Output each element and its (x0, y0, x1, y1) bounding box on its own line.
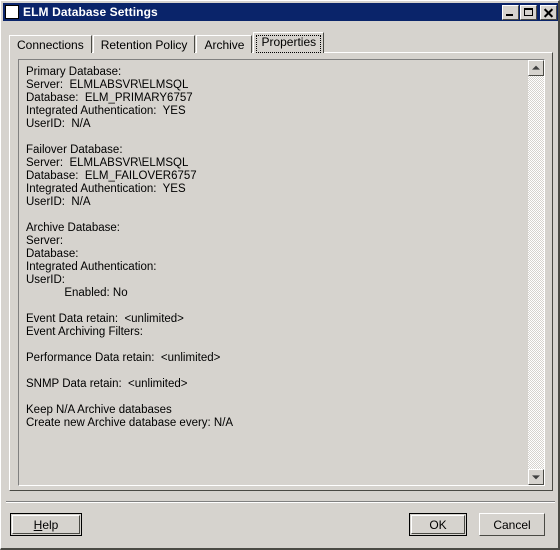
properties-text-line: Enabled: No (26, 287, 128, 299)
properties-text-line (26, 391, 527, 404)
properties-text-line (26, 339, 527, 352)
ok-button-label: OK (429, 517, 447, 532)
help-label-rest: elp (42, 517, 59, 532)
tab-archive[interactable]: Archive (196, 35, 253, 53)
properties-text-line: Failover Database: (26, 144, 123, 156)
tab-strip: Connections Retention Policy Archive Pro… (9, 32, 325, 53)
scroll-up-button[interactable] (528, 60, 544, 76)
cancel-button-label: Cancel (493, 517, 531, 532)
properties-text-panel[interactable]: Primary Database: Server: ELMLABSVR\ELMSQ… (18, 59, 545, 486)
close-button[interactable] (540, 4, 557, 20)
ok-button[interactable]: OK (409, 513, 467, 536)
app-window-icon (5, 5, 19, 19)
properties-text-line: Performance Data retain: <unlimited> (26, 352, 221, 364)
properties-text-line: UserID: N/A (26, 118, 91, 130)
properties-text-line: Integrated Authentication: YES (26, 183, 186, 195)
properties-text-content: Primary Database: Server: ELMLABSVR\ELMSQ… (19, 60, 527, 485)
properties-text-line: Database: (26, 248, 79, 260)
tab-retention-policy-label: Retention Policy (100, 38, 188, 52)
scroll-down-button[interactable] (528, 469, 544, 485)
help-button[interactable]: Help (10, 513, 82, 536)
properties-text-line: Server: (26, 235, 64, 247)
tab-connections[interactable]: Connections (9, 35, 92, 53)
properties-text-line: Integrated Authentication: (26, 261, 157, 273)
vertical-scrollbar[interactable] (527, 60, 544, 485)
tab-connections-label: Connections (17, 38, 84, 52)
dialog-window: ELM Database Settings Connections Retent… (0, 0, 560, 550)
help-button-label: Help (34, 518, 59, 532)
properties-text-line: Keep N/A Archive databases (26, 404, 172, 416)
title-bar[interactable]: ELM Database Settings (3, 3, 558, 21)
footer-separator (6, 501, 555, 503)
tab-retention-policy[interactable]: Retention Policy (92, 35, 196, 53)
properties-text-line (26, 365, 527, 378)
window-title: ELM Database Settings (23, 5, 158, 19)
properties-text-line: Database: ELM_PRIMARY6757 (26, 92, 193, 104)
properties-text-line (26, 300, 527, 313)
properties-text-line (26, 131, 527, 144)
properties-text-line: Primary Database: (26, 66, 122, 78)
scroll-down-icon (532, 475, 540, 480)
properties-text-line: Create new Archive database every: N/A (26, 417, 234, 429)
minimize-button[interactable] (502, 4, 519, 20)
minimize-icon (506, 13, 513, 16)
cancel-button[interactable]: Cancel (479, 513, 545, 536)
maximize-button[interactable] (520, 4, 537, 20)
maximize-icon (524, 7, 533, 16)
properties-text-line: Integrated Authentication: YES (26, 105, 186, 117)
scroll-up-icon (532, 65, 540, 70)
tab-properties[interactable]: Properties (253, 32, 325, 53)
tab-properties-label: Properties (261, 35, 317, 49)
scrollbar-track[interactable] (528, 76, 544, 469)
properties-text-line: Server: ELMLABSVR\ELMSQL (26, 157, 189, 169)
properties-text-line: UserID: N/A (26, 196, 91, 208)
properties-text-line: SNMP Data retain: <unlimited> (26, 378, 188, 390)
properties-text-line: Database: ELM_FAILOVER6757 (26, 170, 197, 182)
properties-text-line: Server: ELMLABSVR\ELMSQL (26, 79, 189, 91)
properties-text-line: UserID: (26, 274, 65, 286)
properties-text-line (26, 209, 527, 222)
properties-text-line: Archive Database: (26, 222, 120, 234)
properties-text-line: Event Archiving Filters: (26, 326, 143, 338)
tab-archive-label: Archive (204, 38, 245, 52)
properties-text-line: Event Data retain: <unlimited> (26, 313, 184, 325)
